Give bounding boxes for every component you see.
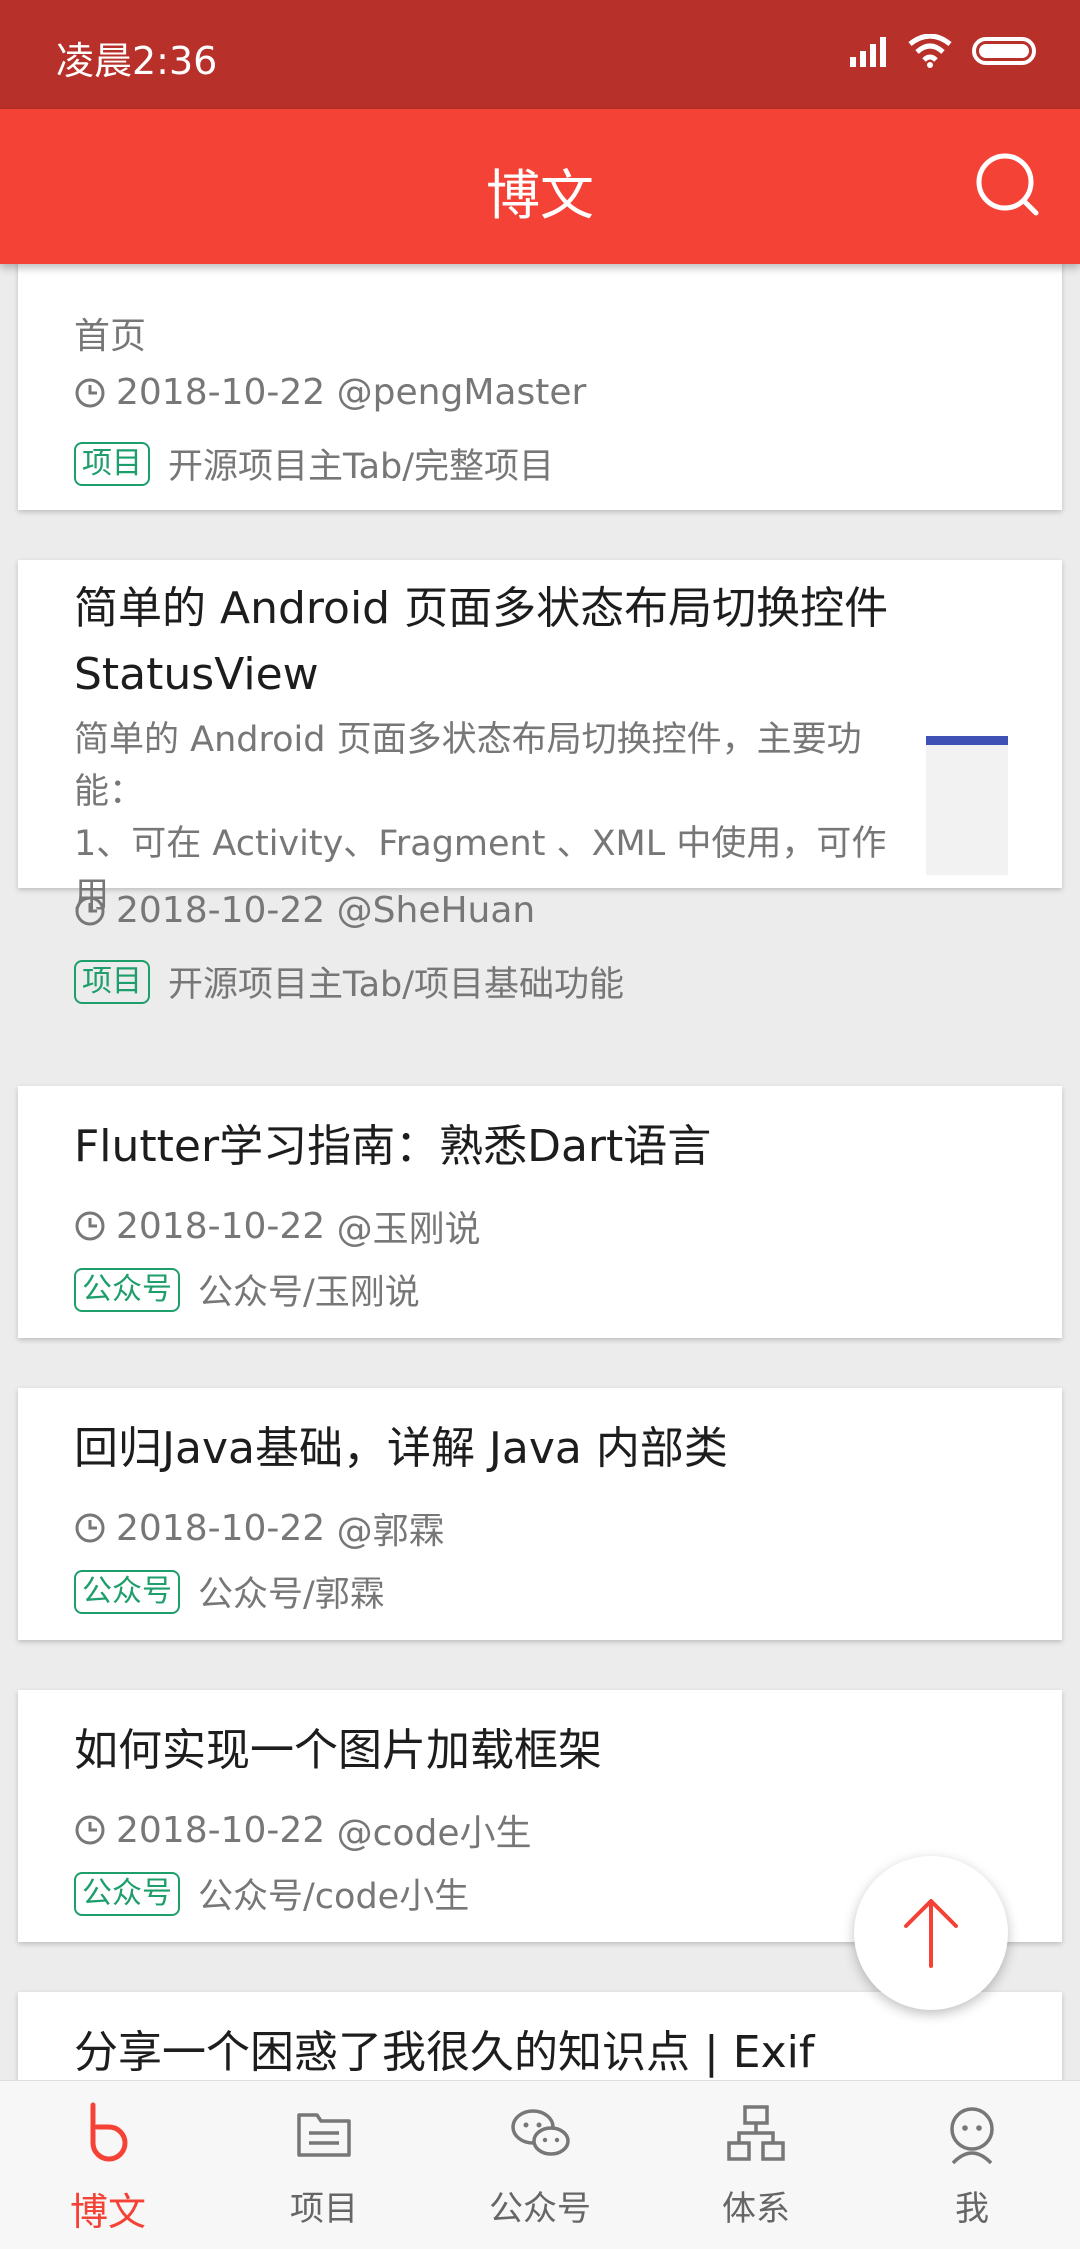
status-time: 凌晨2:36 bbox=[56, 39, 218, 83]
status-bar: 凌晨2:36 bbox=[0, 0, 1080, 109]
article-title-continued: StatusView bbox=[74, 649, 319, 700]
article-meta: 2018-10-22 @SheHuan bbox=[74, 890, 535, 931]
nav-item-profile[interactable]: 我 bbox=[864, 2081, 1080, 2249]
article-meta: 2018-10-22 @玉刚说 bbox=[74, 1200, 481, 1252]
article-tag-row: 项目 开源项目主Tab/项目基础功能 bbox=[74, 956, 624, 1007]
article-title: Flutter学习指南：熟悉Dart语言 bbox=[74, 1121, 712, 1172]
nav-label: 公众号 bbox=[489, 2189, 591, 2229]
arrow-up-icon bbox=[904, 1899, 958, 1968]
profile-icon bbox=[950, 2107, 994, 2165]
article-category[interactable]: 公众号/郭霖 bbox=[198, 1566, 385, 1617]
bottom-navigation: 博文 项目 公众号 体系 我 bbox=[0, 2080, 1080, 2249]
battery-icon bbox=[972, 37, 1036, 65]
article-title: 简单的 Android 页面多状态布局切换控件 bbox=[74, 583, 889, 634]
article-author: @pengMaster bbox=[336, 372, 587, 413]
article-category[interactable]: 公众号/code小生 bbox=[198, 1868, 469, 1919]
nav-item-project[interactable]: 项目 bbox=[216, 2081, 432, 2249]
article-card[interactable]: 简单的 Android 页面多状态布局切换控件 StatusView 简单的 A… bbox=[18, 560, 1062, 1005]
article-tag[interactable]: 公众号 bbox=[74, 1871, 180, 1916]
article-description-line: 简单的 Android 页面多状态布局切换控件，主要功 bbox=[74, 720, 862, 760]
article-author: @玉刚说 bbox=[336, 1209, 481, 1250]
article-tag-row: 公众号 公众号/玉刚说 bbox=[74, 1264, 420, 1315]
article-category[interactable]: 开源项目主Tab/项目基础功能 bbox=[168, 956, 624, 1007]
article-tag[interactable]: 项目 bbox=[74, 959, 150, 1004]
article-tag[interactable]: 公众号 bbox=[74, 1267, 180, 1312]
status-icons bbox=[848, 34, 1040, 68]
wifi-icon bbox=[908, 34, 952, 68]
article-tag[interactable]: 项目 bbox=[74, 441, 150, 486]
article-author: @郭霖 bbox=[336, 1511, 445, 1552]
nav-label: 体系 bbox=[722, 2189, 790, 2229]
article-tag-row: 项目 开源项目主Tab/完整项目 bbox=[74, 438, 554, 489]
wechat-icon bbox=[511, 2109, 570, 2156]
nav-label: 博文 bbox=[69, 2190, 146, 2234]
blog-b-icon bbox=[90, 2102, 128, 2162]
article-thumbnail bbox=[926, 736, 1008, 875]
article-meta: 2018-10-22 @郭霖 bbox=[74, 1502, 445, 1554]
article-date: 2018-10-22 bbox=[116, 1507, 326, 1549]
page-title: 博文 bbox=[486, 164, 594, 227]
article-description-line: 能： bbox=[74, 772, 145, 812]
article-author: @SheHuan bbox=[336, 890, 536, 931]
article-author: @code小生 bbox=[336, 1813, 532, 1854]
article-date: 2018-10-22 bbox=[116, 1809, 326, 1851]
article-card[interactable]: 回归Java基础，详解 Java 内部类 2018-10-22 @郭霖 公众号 … bbox=[18, 1388, 1062, 1640]
article-date: 2018-10-22 bbox=[116, 890, 326, 931]
article-category[interactable]: 公众号/玉刚说 bbox=[198, 1264, 420, 1315]
clock-icon bbox=[75, 1513, 105, 1543]
nav-item-blog[interactable]: 博文 bbox=[0, 2081, 216, 2249]
article-title: 分享一个困惑了我很久的知识点 | Exif bbox=[74, 2027, 815, 2078]
article-meta: 2018-10-22 @pengMaster bbox=[74, 372, 586, 413]
article-tag-row: 公众号 公众号/郭霖 bbox=[74, 1566, 385, 1617]
nav-item-wechat[interactable]: 公众号 bbox=[432, 2081, 648, 2249]
article-date: 2018-10-22 bbox=[116, 1205, 326, 1247]
article-tag-row: 公众号 公众号/code小生 bbox=[74, 1868, 469, 1919]
nav-label: 项目 bbox=[290, 2189, 358, 2229]
article-tag[interactable]: 公众号 bbox=[74, 1569, 180, 1614]
article-list[interactable]: 首页 2018-10-22 @pengMaster 项目 开源项目主Tab/完整… bbox=[0, 264, 1080, 2080]
nav-item-hierarchy[interactable]: 体系 bbox=[648, 2081, 864, 2249]
article-title: 回归Java基础，详解 Java 内部类 bbox=[74, 1423, 728, 1474]
clock-icon bbox=[75, 378, 105, 407]
article-card[interactable]: 首页 2018-10-22 @pengMaster 项目 开源项目主Tab/完整… bbox=[18, 264, 1062, 510]
nav-label: 我 bbox=[955, 2189, 989, 2229]
article-category[interactable]: 开源项目主Tab/完整项目 bbox=[168, 438, 554, 489]
article-date: 2018-10-22 bbox=[116, 372, 326, 413]
article-card[interactable]: Flutter学习指南：熟悉Dart语言 2018-10-22 @玉刚说 公众号… bbox=[18, 1086, 1062, 1338]
clock-icon bbox=[75, 1211, 105, 1241]
article-title: 如何实现一个图片加载框架 bbox=[74, 1725, 602, 1776]
signal-icon bbox=[850, 37, 886, 67]
scroll-to-top-button[interactable] bbox=[854, 1856, 1008, 2010]
article-title: 首页 bbox=[74, 316, 147, 357]
hierarchy-icon bbox=[727, 2105, 785, 2161]
clock-icon bbox=[75, 1815, 105, 1845]
app-bar: 博文 bbox=[0, 109, 1080, 264]
article-meta: 2018-10-22 @code小生 bbox=[74, 1804, 532, 1856]
project-icon bbox=[297, 2113, 351, 2157]
clock-icon bbox=[75, 896, 105, 925]
search-icon[interactable] bbox=[972, 149, 1042, 219]
